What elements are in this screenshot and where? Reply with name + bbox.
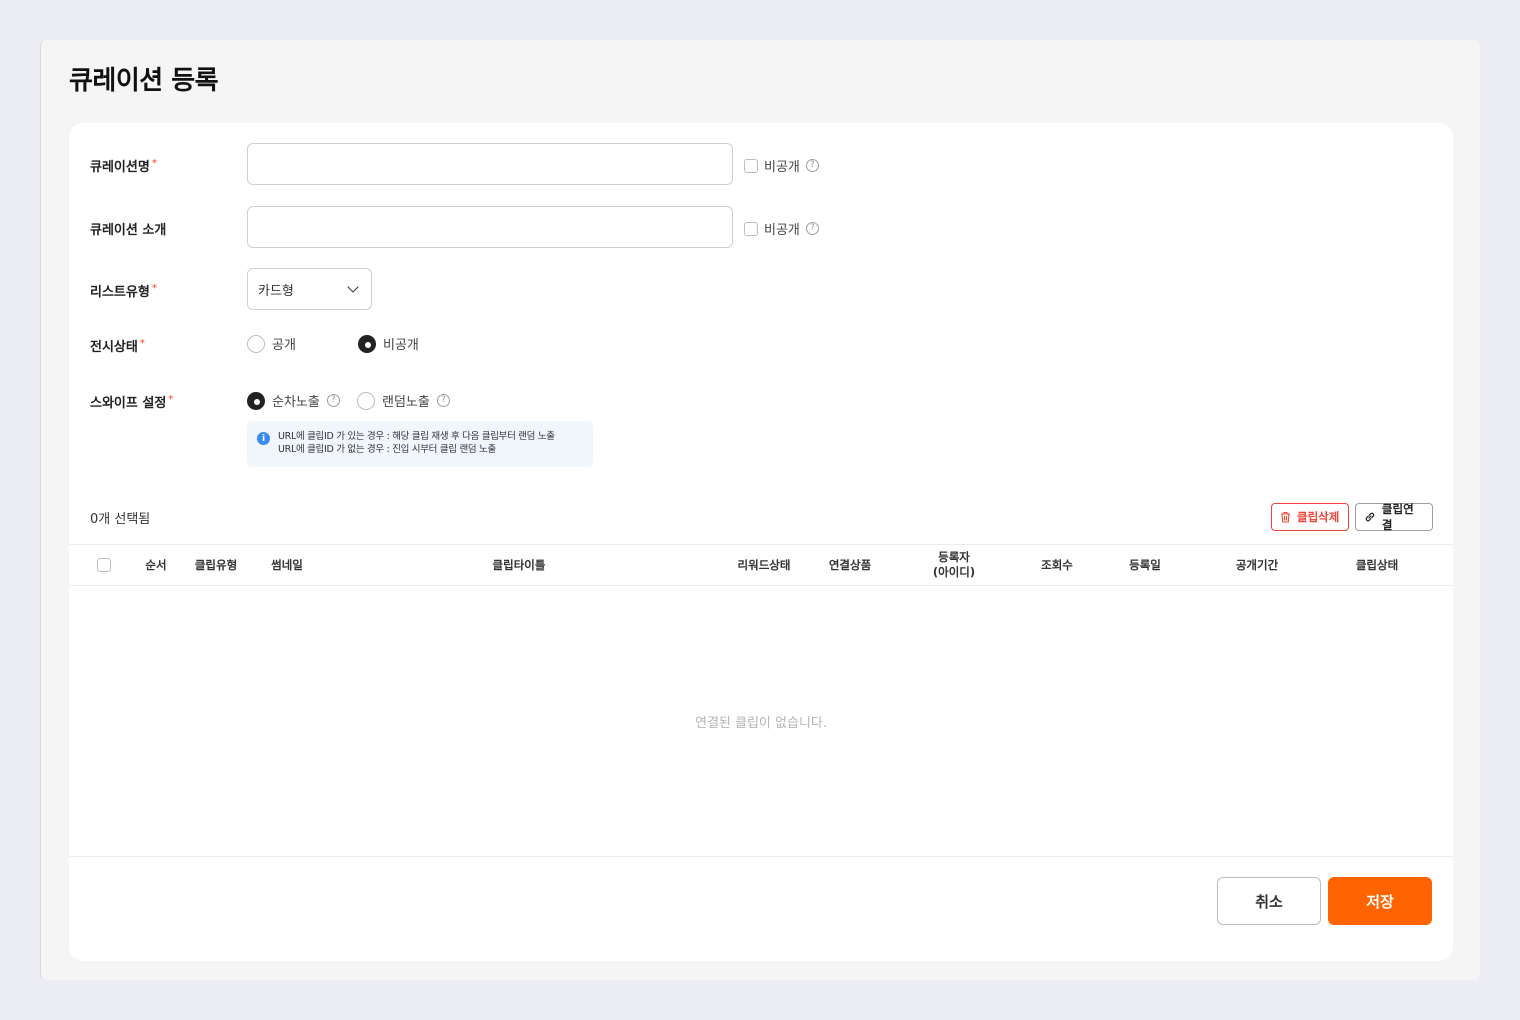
delete-clip-button[interactable]: 클립삭제 [1271, 503, 1349, 531]
swipe-setting-label: 스와이프 설정 * [90, 392, 173, 411]
question-circle-icon[interactable]: ? [326, 394, 340, 407]
display-status-public-label: 공개 [272, 338, 296, 353]
swipe-random-label: 랜덤노출 [382, 395, 430, 410]
list-type-label: 리스트유형 * [90, 281, 157, 300]
list-type-select[interactable]: 카드형 [247, 268, 372, 310]
column-header-clip-type[interactable]: 클립유형 [189, 545, 243, 585]
page-container: 큐레이션 등록 큐레이션명 * 비공개 ? 큐레이션 소개 비공개 ? 리스트유형… [40, 40, 1480, 980]
column-header-registered-date[interactable]: 등록일 [1123, 545, 1167, 585]
required-mark: * [168, 393, 174, 405]
selected-count: 0개 선택됨 [90, 512, 151, 527]
column-header-clip-status[interactable]: 클립상태 [1349, 545, 1405, 585]
list-type-label-text: 리스트유형 [90, 285, 150, 300]
required-mark: * [139, 337, 145, 349]
column-header-registrant-line2: (아이디) [932, 565, 976, 579]
curation-intro-private-label: 비공개 [764, 223, 800, 238]
curation-name-private-label: 비공개 [764, 160, 800, 175]
swipe-sequential-radio[interactable]: 순차노출 ? [247, 391, 340, 410]
link-icon [1365, 512, 1375, 522]
curation-intro-private-group: 비공개 ? [744, 219, 819, 238]
display-status-private-label: 비공개 [383, 338, 419, 353]
select-all-checkbox[interactable] [97, 558, 111, 572]
curation-name-input[interactable] [247, 143, 733, 185]
display-status-private-radio[interactable]: 비공개 [358, 334, 419, 353]
curation-name-private-checkbox[interactable] [744, 158, 758, 173]
delete-clip-label: 클립삭제 [1297, 510, 1340, 524]
curation-name-label: 큐레이션명 * [90, 156, 157, 175]
required-mark: * [151, 157, 157, 169]
column-header-linked-product[interactable]: 연결상품 [825, 545, 875, 585]
column-header-registrant[interactable]: 등록자 (아이디) [924, 545, 984, 585]
link-clip-button[interactable]: 클립연결 [1355, 502, 1433, 532]
curation-intro-input[interactable] [247, 206, 733, 248]
swipe-info-line: URL에 클립ID 가 없는 경우 : 진입 시부터 클립 랜덤 노출 [278, 444, 496, 455]
cancel-button[interactable]: 취소 [1217, 877, 1321, 925]
link-clip-label: 클립연결 [1381, 502, 1414, 532]
column-header-reward-status[interactable]: 리워드상태 [733, 545, 795, 585]
column-header-registrant-line1: 등록자 [938, 550, 970, 564]
radio-button-selected[interactable] [358, 334, 376, 353]
display-status-label-text: 전시상태 [90, 340, 138, 355]
column-header-thumbnail[interactable]: 썸네일 [265, 545, 309, 585]
clip-table-header: 순서 클립유형 썸네일 클립타이틀 리워드상태 연결상품 등록자 (아이디) 조… [69, 544, 1453, 586]
display-status-public-radio[interactable]: 공개 [247, 334, 296, 353]
column-header-order[interactable]: 순서 [141, 545, 171, 585]
question-circle-icon[interactable]: ? [805, 222, 819, 235]
curation-intro-private-checkbox[interactable] [744, 221, 758, 236]
page-title: 큐레이션 등록 [69, 66, 219, 96]
form-card: 큐레이션명 * 비공개 ? 큐레이션 소개 비공개 ? 리스트유형 * 카드형 전시… [69, 123, 1453, 961]
swipe-random-radio[interactable]: 랜덤노출 ? [357, 391, 450, 410]
required-mark: * [151, 282, 157, 294]
empty-message: 연결된 클립이 없습니다. [695, 716, 827, 731]
column-header-views[interactable]: 조회수 [1035, 545, 1079, 585]
chevron-down-icon [347, 280, 359, 293]
curation-name-private-group: 비공개 ? [744, 156, 819, 175]
swipe-setting-label-text: 스와이프 설정 [90, 396, 167, 411]
radio-button[interactable] [357, 391, 375, 410]
swipe-sequential-label: 순차노출 [272, 395, 320, 410]
save-button[interactable]: 저장 [1328, 877, 1432, 925]
column-header-clip-title[interactable]: 클립타이틀 [469, 545, 569, 585]
curation-name-label-text: 큐레이션명 [90, 160, 150, 175]
radio-button[interactable] [247, 334, 265, 353]
display-status-label: 전시상태 * [90, 336, 145, 355]
curation-intro-label: 큐레이션 소개 [90, 223, 167, 238]
column-header-public-period[interactable]: 공개기간 [1229, 545, 1285, 585]
question-circle-icon[interactable]: ? [805, 159, 819, 172]
swipe-info-box: i URL에 클립ID 가 있는 경우 : 해당 클립 재생 후 다음 클립부터… [247, 421, 593, 467]
trash-icon [1281, 511, 1290, 523]
footer-divider [69, 856, 1453, 857]
swipe-info-line: URL에 클립ID 가 있는 경우 : 해당 클립 재생 후 다음 클립부터 랜… [278, 431, 555, 442]
question-circle-icon[interactable]: ? [436, 394, 450, 407]
info-circle-icon: i [257, 432, 270, 445]
radio-button-selected[interactable] [247, 391, 265, 410]
swipe-info-text: URL에 클립ID 가 있는 경우 : 해당 클립 재생 후 다음 클립부터 랜… [278, 430, 555, 467]
list-type-selected-value: 카드형 [258, 283, 294, 299]
